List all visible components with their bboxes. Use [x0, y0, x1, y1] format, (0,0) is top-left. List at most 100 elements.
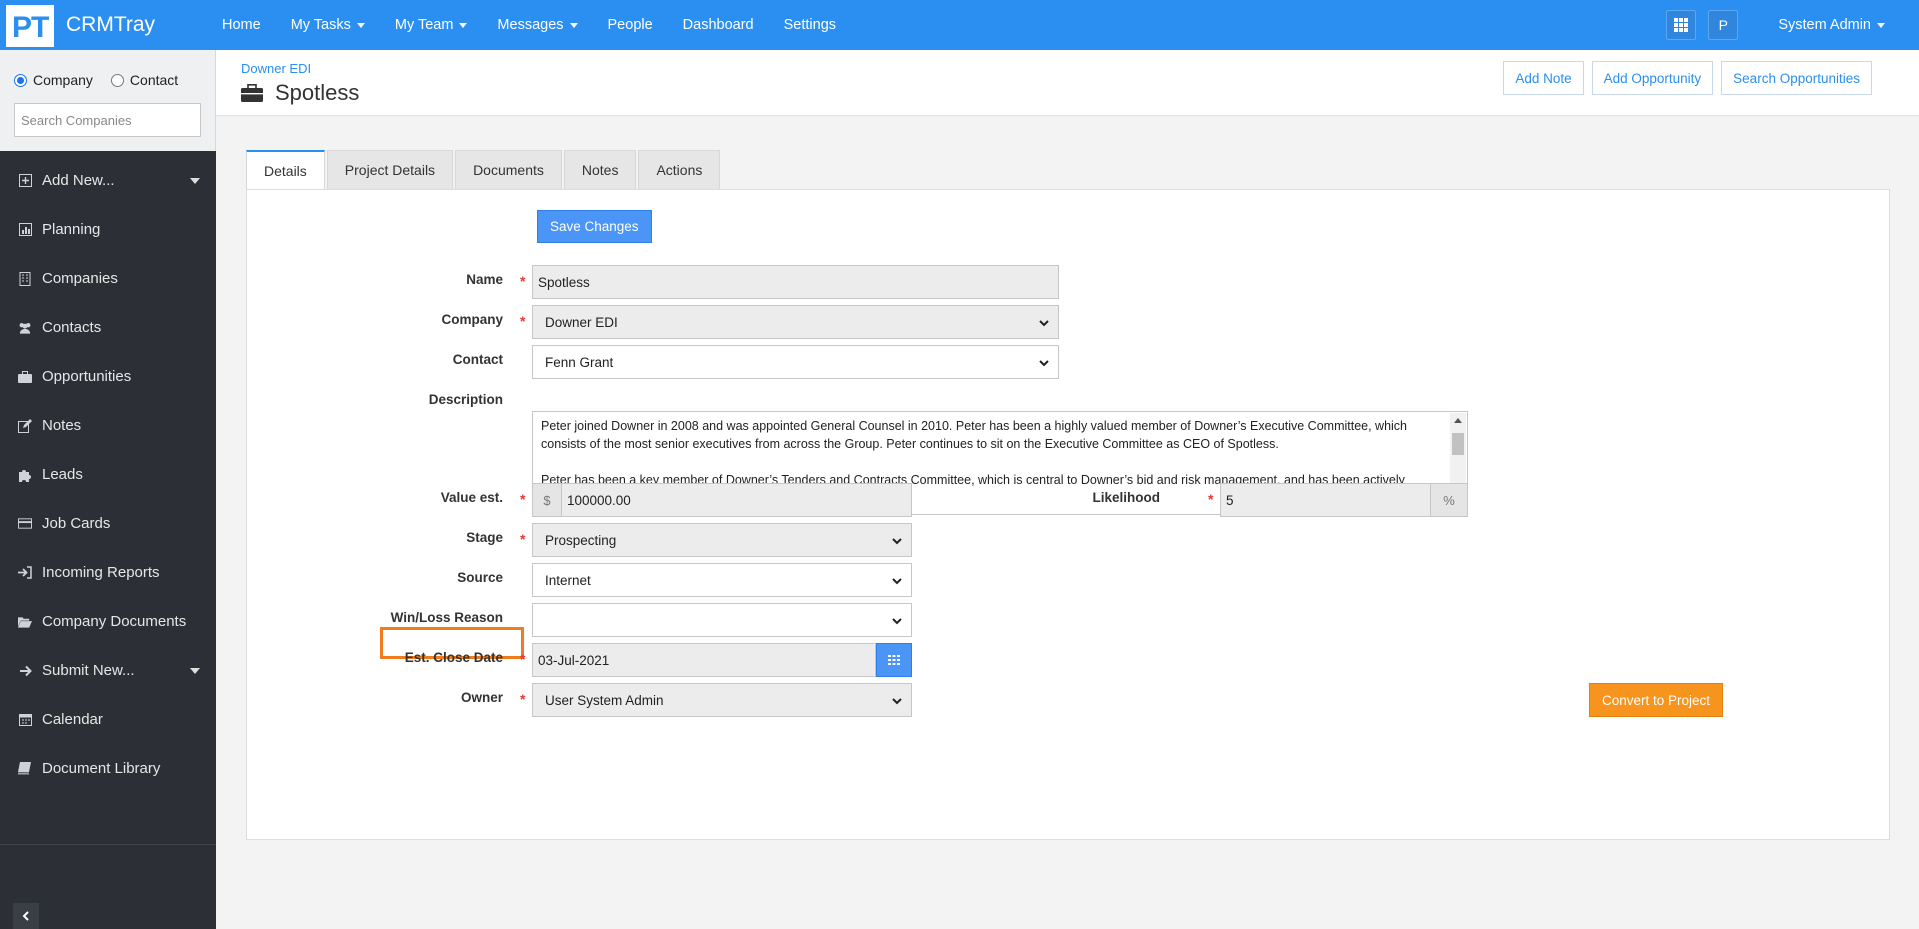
company-select[interactable]: Downer EDI	[532, 305, 1059, 339]
sidebar-item-label: Document Library	[42, 760, 161, 777]
sidebar-item-document-library[interactable]: Document Library	[0, 744, 216, 793]
tab-notes[interactable]: Notes	[563, 150, 637, 189]
credit-card-icon	[18, 517, 32, 531]
svg-text:P: P	[12, 11, 32, 44]
sidebar-item-planning[interactable]: Planning	[0, 205, 216, 254]
nav-people-label: People	[607, 17, 653, 33]
nav-settings[interactable]: Settings	[784, 17, 836, 33]
sidebar-item-company-documents[interactable]: Company Documents	[0, 597, 216, 646]
company-value: Downer EDI	[545, 314, 618, 330]
scroll-thumb[interactable]	[1452, 433, 1464, 455]
chevron-down-icon	[892, 618, 902, 625]
required-mark: *	[1208, 491, 1214, 507]
main-nav: Home My Tasks My Team Messages People Da…	[222, 0, 866, 50]
search-opportunities-button[interactable]: Search Opportunities	[1721, 61, 1872, 95]
radio-company[interactable]	[14, 73, 27, 87]
chevron-down-icon	[1039, 360, 1049, 367]
chevron-down-icon	[892, 698, 902, 705]
plus-square-icon	[18, 174, 32, 188]
close-date-field[interactable]: 03-Jul-2021	[532, 643, 876, 677]
close-date-value: 03-Jul-2021	[538, 652, 610, 668]
nav-settings-label: Settings	[783, 17, 837, 33]
description-paragraph: Peter joined Downer in 2008 and was appo…	[541, 419, 1408, 451]
source-label: Source	[457, 570, 503, 585]
collapse-sidebar-button[interactable]	[13, 903, 39, 929]
name-value: Spotless	[538, 274, 590, 290]
sidebar-item-add-new[interactable]: Add New...	[0, 156, 216, 205]
contact-select[interactable]: Fenn Grant	[532, 345, 1059, 379]
nav-messages[interactable]: Messages	[497, 17, 578, 33]
topbar-right: P System Admin	[1666, 0, 1919, 50]
briefcase-icon	[241, 84, 263, 102]
date-picker-button[interactable]	[876, 643, 912, 677]
scroll-up-icon[interactable]	[1454, 418, 1462, 423]
add-opportunity-button[interactable]: Add Opportunity	[1591, 61, 1714, 95]
breadcrumb-company-link[interactable]: Downer EDI	[241, 61, 311, 76]
sidebar-item-label: Companies	[42, 270, 118, 287]
convert-to-project-button[interactable]: Convert to Project	[1589, 683, 1724, 717]
nav-dashboard[interactable]: Dashboard	[683, 17, 754, 33]
stage-select[interactable]: Prospecting	[532, 523, 912, 557]
winloss-select[interactable]	[532, 603, 912, 637]
sidebar-divider	[0, 844, 216, 845]
nav-home[interactable]: Home	[222, 17, 261, 33]
required-mark: *	[520, 313, 526, 329]
tab-documents[interactable]: Documents	[455, 150, 562, 189]
brand-logo[interactable]: P T CRMTray	[0, 0, 155, 50]
name-field[interactable]: Spotless	[532, 265, 1059, 299]
profile-button[interactable]: P	[1708, 10, 1739, 40]
sidebar-item-label: Add New...	[42, 172, 115, 189]
contact-value: Fenn Grant	[545, 354, 614, 370]
tab-details[interactable]: Details	[246, 150, 325, 190]
nav-my-tasks[interactable]: My Tasks	[291, 17, 365, 33]
likelihood-field[interactable]: 5	[1220, 483, 1431, 517]
building-icon	[18, 271, 32, 286]
sidebar-item-submit-new[interactable]: Submit New...	[0, 646, 216, 695]
radio-contact-label[interactable]: Contact	[130, 72, 178, 88]
apps-grid-button[interactable]	[1666, 10, 1697, 40]
contact-label: Contact	[452, 352, 503, 367]
user-menu[interactable]: System Admin	[1778, 17, 1885, 33]
sidebar-item-companies[interactable]: Companies	[0, 254, 216, 303]
sidebar-item-leads[interactable]: Leads	[0, 450, 216, 499]
currency-addon: $	[532, 483, 562, 517]
owner-select[interactable]: User System Admin	[532, 683, 912, 717]
radio-company-label[interactable]: Company	[33, 72, 93, 88]
nav-my-team[interactable]: My Team	[395, 17, 468, 33]
search-type-radios: Company Contact	[14, 72, 196, 88]
details-form: Save Changes Name * Spotless Company * D…	[246, 189, 1890, 840]
caret-down-icon	[569, 22, 578, 28]
required-mark: *	[520, 651, 526, 667]
sidebar-item-incoming-reports[interactable]: Incoming Reports	[0, 548, 216, 597]
save-changes-button[interactable]: Save Changes	[537, 210, 652, 243]
required-mark: *	[520, 273, 526, 289]
tab-actions[interactable]: Actions	[638, 150, 721, 189]
required-mark: *	[520, 531, 526, 547]
chevron-down-icon	[892, 538, 902, 545]
search-companies-input[interactable]	[14, 103, 201, 137]
value-field[interactable]: 100000.00	[561, 483, 912, 517]
add-note-button[interactable]: Add Note	[1503, 61, 1584, 95]
stage-label: Stage	[466, 530, 503, 545]
brand-name: CRMTray	[66, 13, 156, 36]
sidebar-item-label: Leads	[42, 466, 83, 483]
tab-project-details[interactable]: Project Details	[326, 150, 454, 189]
sidebar-item-job-cards[interactable]: Job Cards	[0, 499, 216, 548]
sidebar-search-panel: Company Contact	[0, 50, 216, 151]
source-select[interactable]: Internet	[532, 563, 912, 597]
sidebar-item-notes[interactable]: Notes	[0, 401, 216, 450]
radio-contact[interactable]	[110, 73, 124, 87]
opportunity-panel: Details Project Details Documents Notes …	[246, 150, 1890, 840]
sidebar-item-label: Incoming Reports	[42, 564, 160, 581]
chevron-down-icon	[1039, 320, 1049, 327]
sidebar-item-calendar[interactable]: Calendar	[0, 695, 216, 744]
sidebar-item-opportunities[interactable]: Opportunities	[0, 352, 216, 401]
source-value: Internet	[545, 572, 591, 588]
nav-people[interactable]: People	[608, 17, 653, 33]
brand-logo-icon: P T	[6, 5, 54, 47]
chevron-down-icon	[892, 578, 902, 585]
sidebar-item-contacts[interactable]: Contacts	[0, 303, 216, 352]
percent-symbol: %	[1443, 492, 1455, 508]
folder-open-icon	[18, 615, 32, 629]
chevron-left-icon	[22, 911, 29, 921]
